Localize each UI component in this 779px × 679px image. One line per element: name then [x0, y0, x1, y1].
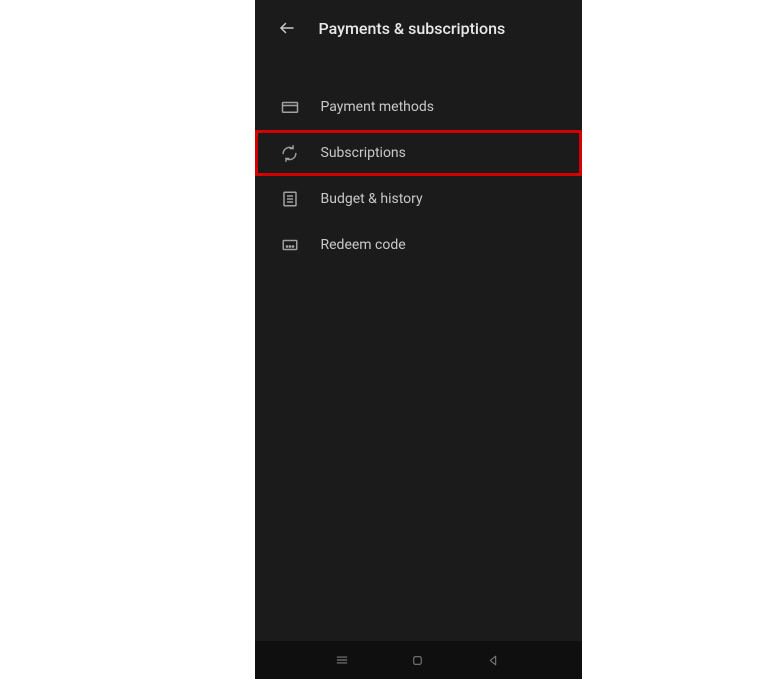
menu-list: Payment methods Subscriptions	[255, 56, 582, 641]
square-icon	[411, 654, 424, 667]
menu-item-redeem-code[interactable]: Redeem code	[255, 222, 582, 268]
system-navbar	[255, 641, 582, 679]
menu-item-label: Redeem code	[321, 237, 406, 253]
code-icon	[281, 236, 299, 254]
arrow-left-icon	[278, 19, 296, 37]
menu-item-label: Subscriptions	[321, 145, 406, 161]
list-icon	[281, 190, 299, 208]
page-title: Payments & subscriptions	[319, 19, 506, 38]
menu-item-subscriptions[interactable]: Subscriptions	[255, 130, 582, 176]
triangle-left-icon	[487, 654, 500, 667]
nav-back-button[interactable]	[486, 652, 502, 668]
menu-item-label: Payment methods	[321, 99, 434, 115]
menu-item-payment-methods[interactable]: Payment methods	[255, 84, 582, 130]
nav-recent-button[interactable]	[334, 652, 350, 668]
menu-item-budget-history[interactable]: Budget & history	[255, 176, 582, 222]
refresh-icon	[281, 144, 299, 162]
header: Payments & subscriptions	[255, 0, 582, 56]
card-icon	[281, 98, 299, 116]
phone-screen: Payments & subscriptions Payment methods	[255, 0, 582, 679]
menu-lines-icon	[335, 653, 349, 667]
menu-item-label: Budget & history	[321, 191, 423, 207]
back-button[interactable]	[277, 18, 297, 38]
nav-home-button[interactable]	[410, 652, 426, 668]
